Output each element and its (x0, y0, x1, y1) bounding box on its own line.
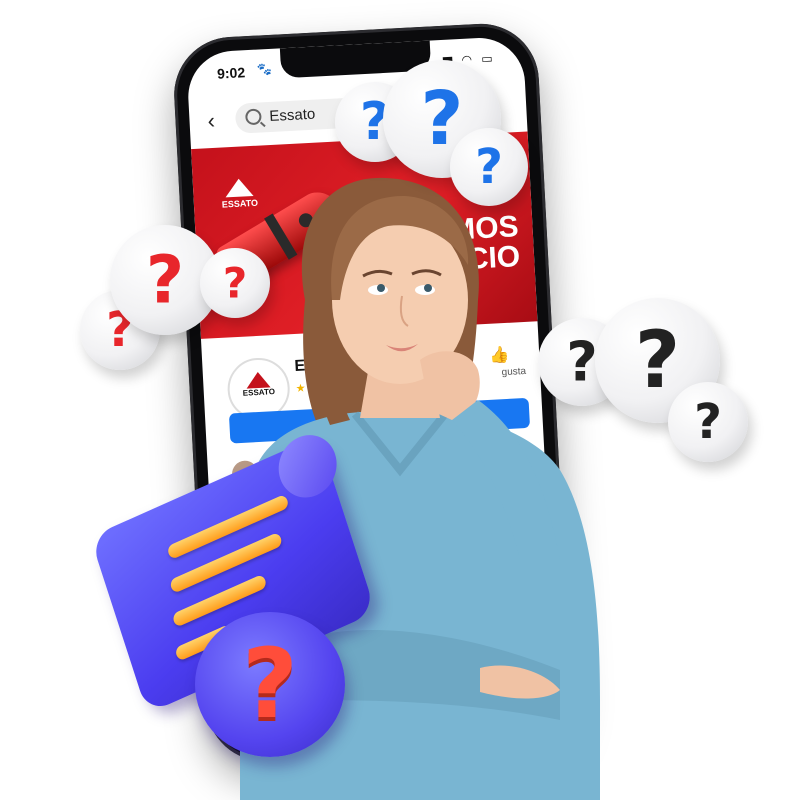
thumbs-up-icon[interactable]: 👍 (489, 345, 510, 366)
back-arrow-icon[interactable]: ‹ (207, 108, 216, 134)
profile-mountain-icon (245, 371, 271, 389)
like-count-text: gusta (501, 365, 527, 379)
question-bubble-blue-3: ? (450, 128, 528, 206)
question-mark-icon: ? (694, 394, 722, 450)
paw-icon: 🐾 (256, 61, 273, 77)
logo-mountain-icon (224, 177, 254, 198)
profile-brand-text: ESSATO (242, 387, 276, 398)
question-coin-badge: ? (195, 612, 345, 757)
page-rating-text: A (307, 381, 316, 395)
cover-logo: ESSATO (219, 177, 261, 210)
question-mark-icon: ? (222, 258, 248, 308)
question-mark-icon: ? (475, 139, 503, 195)
page-name[interactable]: E (294, 357, 306, 376)
cover-brand-text: ESSATO (221, 197, 259, 210)
search-icon (245, 108, 262, 126)
status-time: 9:02 (216, 64, 246, 82)
search-query-text: Essato (268, 105, 316, 126)
cover-headline: MOS CIO (449, 210, 521, 276)
cover-headline-line2: CIO (465, 240, 521, 276)
question-mark-icon: ? (242, 628, 298, 740)
page-rating: ★ A (295, 381, 316, 396)
question-bubble-black-3: ? (668, 382, 748, 462)
question-bubble-red-3: ? (200, 248, 270, 318)
